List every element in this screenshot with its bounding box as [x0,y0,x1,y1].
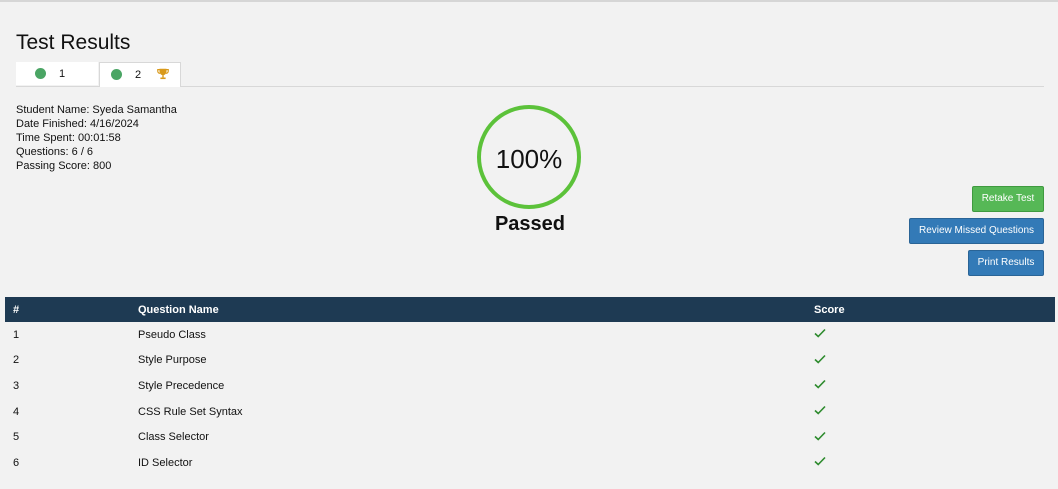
row-number: 6 [13,456,20,469]
check-icon [814,431,826,441]
row-number: 3 [13,379,20,392]
review-missed-questions-button[interactable]: Review Missed Questions [909,218,1044,244]
row-score [814,322,1055,348]
table-row: 1 Pseudo Class [5,322,1055,348]
time-spent: Time Spent: 00:01:58 [16,132,121,144]
check-icon [814,380,826,390]
row-score [814,373,1055,399]
question-name: ID Selector [138,456,193,469]
score-percent: 100% [495,144,563,174]
results-table: # Question Name Score 1 Pseudo Class 2 S… [5,297,1055,476]
check-icon [814,406,826,415]
header-score: Score [814,303,845,316]
row-number: 1 [13,328,20,341]
row-score [814,399,1055,425]
student-name: Student Name: Syeda Samantha [16,104,177,116]
table-row: 2 Style Purpose [5,348,1055,374]
print-results-button[interactable]: Print Results [968,250,1044,276]
student-info: Student Name: Syeda Samantha Date Finish… [16,103,177,173]
result-status: Passed [494,213,566,235]
table-row: 5 Class Selector [5,424,1055,450]
table-row: 4 CSS Rule Set Syntax [5,399,1055,425]
retake-test-button[interactable]: Retake Test [972,186,1044,212]
attempt-tabs: 1 2 [16,62,1044,87]
row-score [814,424,1055,450]
passing-score: Passing Score: 800 [16,160,112,172]
top-border [0,0,1058,2]
check-icon [814,329,826,338]
question-name: Style Precedence [138,379,225,392]
table-row: 3 Style Precedence [5,373,1055,399]
table-header-row: # Question Name Score [5,297,1055,322]
tab-label: 2 [135,69,142,81]
header-number: # [13,303,20,316]
table-row: 6 ID Selector [5,450,1055,476]
check-icon [814,457,826,466]
tab-attempt-2[interactable]: 2 [99,62,181,87]
header-question-name: Question Name [138,303,219,316]
row-number: 2 [13,354,20,367]
status-dot-icon [111,69,122,80]
status-dot-icon [35,68,46,79]
date-finished: Date Finished: 4/16/2024 [16,118,139,130]
questions-count: Questions: 6 / 6 [16,146,94,158]
page-title: Test Results [16,31,131,54]
tab-label: 1 [59,68,66,80]
row-score [814,450,1055,476]
question-name: CSS Rule Set Syntax [138,405,243,418]
row-number: 5 [13,431,20,444]
trophy-icon [157,68,169,80]
question-name: Class Selector [138,431,209,444]
question-name: Style Purpose [138,354,207,367]
score-ring: 100% [477,105,581,209]
check-icon [814,354,826,364]
tab-attempt-1[interactable]: 1 [16,62,98,85]
row-score [814,348,1055,374]
row-number: 4 [13,405,20,418]
question-name: Pseudo Class [138,328,206,341]
